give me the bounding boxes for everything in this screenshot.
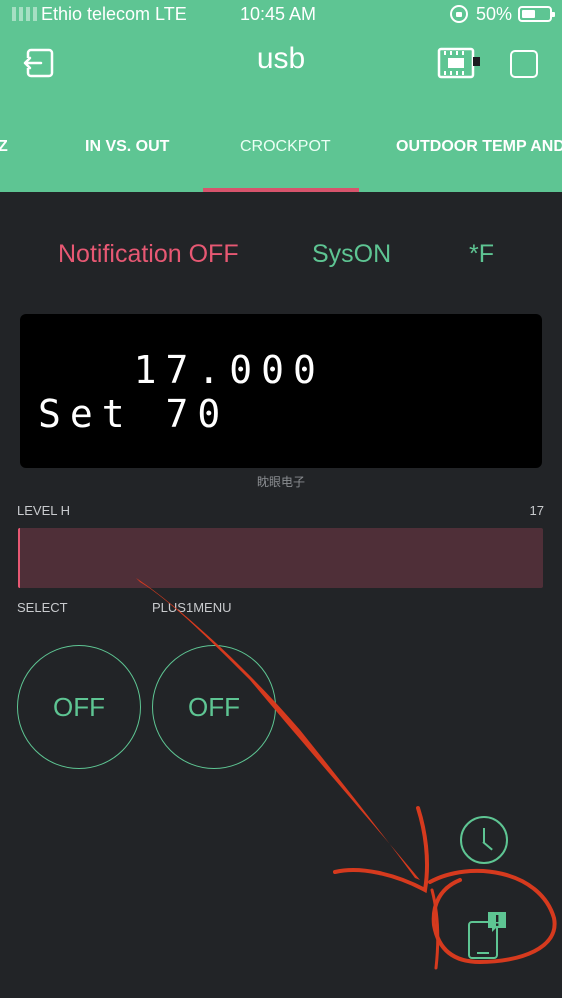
plus1menu-button[interactable]: OFF: [152, 645, 276, 769]
tab-in-vs-out[interactable]: IN VS. OUT: [85, 138, 169, 156]
rotation-lock-icon: [450, 5, 468, 23]
lcd-line-1: 17.000: [38, 348, 325, 392]
timer-icon[interactable]: [460, 816, 508, 864]
level-label: LEVEL H: [17, 503, 70, 518]
annotation-tail: [430, 888, 440, 970]
status-bar: Ethio telecom LTE 10:45 AM 50%: [0, 0, 562, 28]
level-slider[interactable]: [18, 528, 543, 588]
level-fill: [18, 528, 21, 588]
battery-icon: [518, 6, 555, 22]
carrier-label: Ethio telecom LTE: [41, 4, 187, 24]
lcd-line-2: Set 70: [38, 392, 230, 436]
annotation-arrow-head: [333, 806, 430, 894]
active-tab-indicator: [203, 188, 359, 192]
select-button[interactable]: OFF: [17, 645, 141, 769]
unit-label: *F: [469, 240, 494, 268]
lcd-display: 17.000 Set 70: [20, 314, 542, 468]
plus1menu-button-label: PLUS1MENU: [152, 600, 232, 615]
system-status-label: SysON: [312, 240, 392, 268]
notification-status-label: Notification OFF: [58, 240, 239, 268]
tab-outdoor-temp[interactable]: OUTDOOR TEMP AND: [396, 138, 562, 156]
device-icon[interactable]: [437, 47, 481, 79]
app-header: Ethio telecom LTE 10:45 AM 50% usb Z IN …: [0, 0, 562, 192]
tab-crockpot[interactable]: CROCKPOT: [240, 138, 331, 156]
add-widget-icon[interactable]: [510, 50, 538, 78]
battery-percentage: 50%: [476, 4, 513, 24]
lcd-caption: 眈眼电子: [256, 475, 305, 489]
status-time: 10:45 AM: [240, 4, 317, 24]
tab-bar: Z IN VS. OUT CROCKPOT OUTDOOR TEMP AND: [0, 128, 562, 192]
notification-widget-icon[interactable]: [466, 910, 510, 962]
tab-z[interactable]: Z: [0, 138, 8, 156]
level-value: 17: [529, 503, 544, 518]
select-button-label: SELECT: [17, 600, 68, 615]
signal-icon: [12, 7, 37, 21]
